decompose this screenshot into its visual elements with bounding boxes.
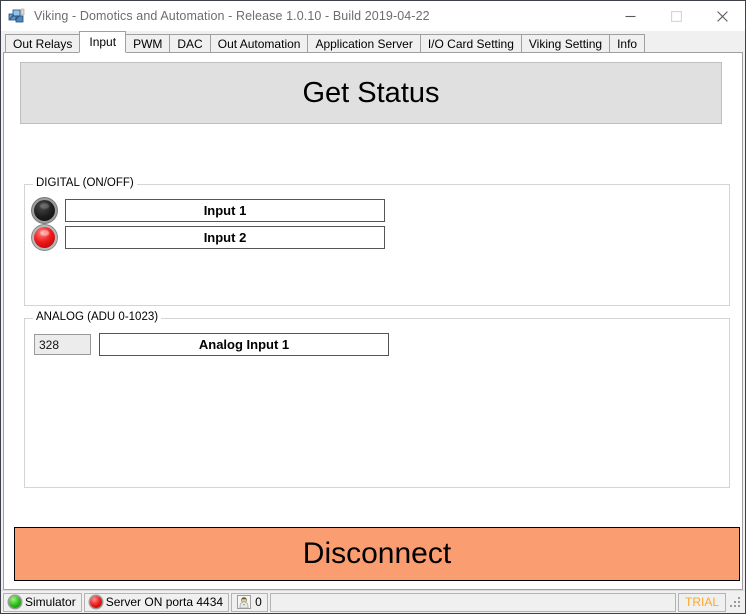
status-server[interactable]: Server ON porta 4434 [83, 592, 230, 612]
status-trial-badge: TRIAL [677, 592, 726, 612]
app-icon [8, 7, 26, 25]
led-indicator-input-2 [34, 227, 55, 248]
maximize-button[interactable] [653, 1, 699, 31]
status-simulator-label: Simulator [25, 595, 76, 609]
resize-grip[interactable] [730, 595, 742, 609]
analog-group-title: ANALOG (ADU 0-1023) [33, 311, 162, 323]
digital-row-2: Input 2 [34, 226, 385, 249]
window-title: Viking - Domotics and Automation - Relea… [34, 9, 430, 23]
tab-out-automation[interactable]: Out Automation [209, 34, 309, 53]
simulator-led-icon [9, 596, 21, 608]
title-bar: Viking - Domotics and Automation - Relea… [1, 1, 745, 31]
status-message-area [269, 592, 676, 612]
status-users-count: 0 [255, 595, 262, 609]
status-connected-users[interactable]: 0 [231, 592, 268, 612]
tab-pwm[interactable]: PWM [125, 34, 171, 53]
user-icon [237, 595, 251, 609]
minimize-button[interactable] [607, 1, 653, 31]
digital-row-1: Input 1 [34, 199, 385, 222]
analog-row-1: 328 Analog Input 1 [34, 333, 389, 356]
analog-group: ANALOG (ADU 0-1023) 328 Analog Input 1 [24, 311, 730, 488]
input-1-button[interactable]: Input 1 [65, 199, 385, 222]
status-simulator[interactable]: Simulator [3, 592, 82, 612]
digital-group-title: DIGITAL (ON/OFF) [33, 177, 137, 189]
window-controls [607, 1, 745, 31]
status-server-label: Server ON porta 4434 [105, 595, 224, 609]
tab-bar: Out Relays Input PWM DAC Out Automation … [1, 31, 745, 53]
input-tab-panel: Get Status DIGITAL (ON/OFF) Input 1 Inpu… [3, 52, 743, 590]
input-2-button[interactable]: Input 2 [65, 226, 385, 249]
tab-dac[interactable]: DAC [169, 34, 211, 53]
tab-io-card-setting[interactable]: I/O Card Setting [419, 34, 522, 53]
tab-viking-setting[interactable]: Viking Setting [520, 34, 611, 53]
led-indicator-input-1 [34, 200, 55, 221]
tab-out-relays[interactable]: Out Relays [5, 34, 81, 53]
disconnect-button[interactable]: Disconnect [14, 527, 740, 581]
application-window: Viking - Domotics and Automation - Relea… [0, 0, 746, 614]
close-button[interactable] [699, 1, 745, 31]
status-bar: Simulator Server ON porta 4434 0 TRIAL [1, 590, 745, 613]
tab-info[interactable]: Info [609, 34, 646, 53]
tab-application-server[interactable]: Application Server [307, 34, 421, 53]
tab-input[interactable]: Input [79, 31, 127, 53]
analog-input-1-value[interactable]: 328 [34, 334, 91, 355]
get-status-button[interactable]: Get Status [20, 62, 722, 124]
analog-input-1-button[interactable]: Analog Input 1 [99, 333, 389, 356]
digital-group: DIGITAL (ON/OFF) Input 1 Input 2 [24, 177, 730, 306]
server-led-icon [89, 596, 102, 608]
